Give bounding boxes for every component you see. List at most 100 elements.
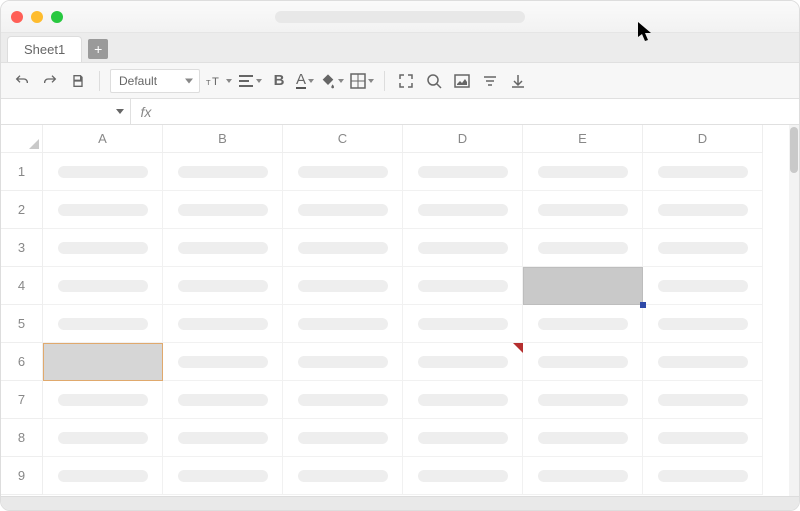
cell[interactable] xyxy=(403,267,523,305)
font-color-button[interactable]: A xyxy=(296,73,314,89)
close-window-button[interactable] xyxy=(11,11,23,23)
cell[interactable] xyxy=(283,191,403,229)
cell[interactable] xyxy=(163,305,283,343)
cell-placeholder xyxy=(58,394,148,406)
cell[interactable] xyxy=(43,191,163,229)
cell[interactable] xyxy=(283,305,403,343)
cell[interactable] xyxy=(283,267,403,305)
cell[interactable] xyxy=(403,419,523,457)
cell[interactable] xyxy=(43,305,163,343)
search-button[interactable] xyxy=(423,70,445,92)
fill-handle[interactable] xyxy=(640,302,646,308)
cell[interactable] xyxy=(283,229,403,267)
cell[interactable] xyxy=(403,343,523,381)
cell[interactable] xyxy=(643,381,763,419)
fill-color-button[interactable] xyxy=(320,73,344,89)
cell[interactable] xyxy=(163,267,283,305)
formula-input[interactable] xyxy=(161,99,799,124)
scrollbar-thumb[interactable] xyxy=(790,127,798,173)
cell[interactable] xyxy=(43,419,163,457)
cell[interactable] xyxy=(523,229,643,267)
cell[interactable] xyxy=(643,343,763,381)
cell[interactable] xyxy=(523,343,643,381)
column-header[interactable]: A xyxy=(43,125,163,153)
row-header[interactable]: 6 xyxy=(1,343,43,381)
cell[interactable] xyxy=(523,381,643,419)
column-header[interactable]: D xyxy=(403,125,523,153)
cell[interactable] xyxy=(283,419,403,457)
cell[interactable] xyxy=(523,191,643,229)
name-box[interactable] xyxy=(1,99,131,124)
cell[interactable] xyxy=(643,229,763,267)
cell[interactable] xyxy=(403,457,523,495)
cell[interactable] xyxy=(523,457,643,495)
cell[interactable] xyxy=(643,457,763,495)
maximize-window-button[interactable] xyxy=(51,11,63,23)
redo-icon xyxy=(42,73,58,89)
outlined-cell[interactable] xyxy=(43,343,163,381)
cell[interactable] xyxy=(403,153,523,191)
cell[interactable] xyxy=(403,191,523,229)
cell[interactable] xyxy=(283,343,403,381)
row-header[interactable]: 7 xyxy=(1,381,43,419)
row-header[interactable]: 5 xyxy=(1,305,43,343)
cell[interactable] xyxy=(403,229,523,267)
column-header[interactable]: E xyxy=(523,125,643,153)
cell[interactable] xyxy=(43,267,163,305)
cell[interactable] xyxy=(643,191,763,229)
row-header[interactable]: 1 xyxy=(1,153,43,191)
column-header[interactable]: C xyxy=(283,125,403,153)
row-header[interactable]: 4 xyxy=(1,267,43,305)
align-button[interactable] xyxy=(238,74,262,88)
row-header[interactable]: 8 xyxy=(1,419,43,457)
cell[interactable] xyxy=(43,457,163,495)
cell[interactable] xyxy=(163,153,283,191)
comment-marker-icon[interactable] xyxy=(513,343,523,353)
row-header[interactable]: 2 xyxy=(1,191,43,229)
column-header[interactable]: B xyxy=(163,125,283,153)
cell[interactable] xyxy=(403,381,523,419)
redo-button[interactable] xyxy=(39,70,61,92)
cell[interactable] xyxy=(43,381,163,419)
minimize-window-button[interactable] xyxy=(31,11,43,23)
cell[interactable] xyxy=(403,305,523,343)
cell[interactable] xyxy=(283,457,403,495)
cell[interactable] xyxy=(163,191,283,229)
cell[interactable] xyxy=(163,229,283,267)
cell[interactable] xyxy=(523,153,643,191)
selected-cell[interactable] xyxy=(523,267,643,305)
cell[interactable] xyxy=(643,305,763,343)
vertical-scrollbar[interactable] xyxy=(789,125,799,496)
font-size-button[interactable]: TT xyxy=(206,73,232,89)
select-all-corner[interactable] xyxy=(1,125,43,153)
row-header[interactable]: 3 xyxy=(1,229,43,267)
cell[interactable] xyxy=(163,457,283,495)
borders-button[interactable] xyxy=(350,73,374,89)
cell[interactable] xyxy=(283,381,403,419)
filter-button[interactable] xyxy=(479,70,501,92)
cell[interactable] xyxy=(643,267,763,305)
download-icon xyxy=(510,73,526,89)
cell[interactable] xyxy=(43,229,163,267)
cell[interactable] xyxy=(163,343,283,381)
undo-button[interactable] xyxy=(11,70,33,92)
cell[interactable] xyxy=(643,153,763,191)
cell[interactable] xyxy=(163,419,283,457)
cell[interactable] xyxy=(43,153,163,191)
bold-button[interactable]: B xyxy=(268,70,290,92)
cell[interactable] xyxy=(163,381,283,419)
column-header[interactable]: D xyxy=(643,125,763,153)
add-sheet-button[interactable]: + xyxy=(88,39,108,59)
cell[interactable] xyxy=(283,153,403,191)
fullscreen-button[interactable] xyxy=(395,70,417,92)
cell[interactable] xyxy=(523,419,643,457)
cell[interactable] xyxy=(643,419,763,457)
font-family-select[interactable]: Default xyxy=(110,69,200,93)
image-button[interactable] xyxy=(451,70,473,92)
font-family-value: Default xyxy=(119,74,157,88)
row-header[interactable]: 9 xyxy=(1,457,43,495)
download-button[interactable] xyxy=(507,70,529,92)
cell[interactable] xyxy=(523,305,643,343)
save-button[interactable] xyxy=(67,70,89,92)
sheet-tab[interactable]: Sheet1 xyxy=(7,36,82,62)
